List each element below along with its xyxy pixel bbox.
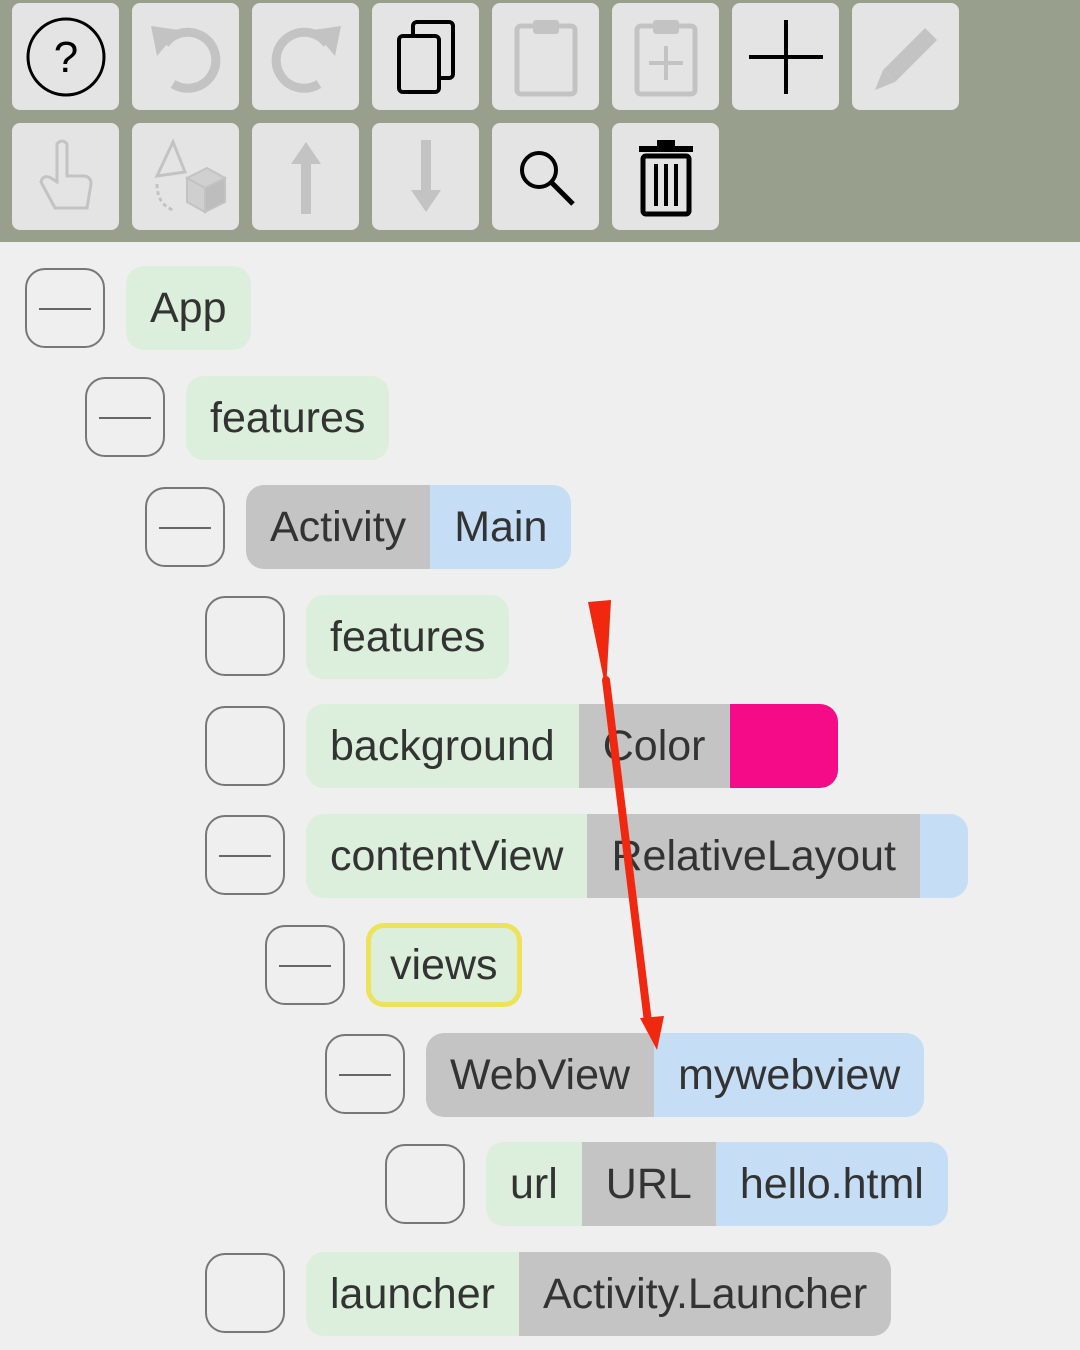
node-activity-features[interactable]: features — [306, 595, 510, 679]
minus-icon — [39, 308, 91, 310]
arrow-down-icon — [410, 139, 441, 212]
transform-object-icon — [153, 137, 227, 214]
copy-button[interactable] — [372, 3, 479, 110]
node-type: RelativeLayout — [587, 814, 920, 898]
collapse-toggle-webview[interactable] — [325, 1034, 405, 1114]
node-views-selected[interactable]: views — [366, 923, 522, 1007]
toolbar: ? — [0, 0, 1080, 242]
undo-button[interactable] — [132, 3, 239, 110]
object-tree: App features Activity Main features back… — [0, 242, 1080, 1350]
paste-add-icon — [634, 19, 697, 96]
node-name: contentView — [306, 814, 588, 898]
node-type: Activity.Launcher — [518, 1252, 892, 1336]
node-value: hello.html — [715, 1142, 948, 1226]
node-webview[interactable]: WebView mywebview — [426, 1033, 925, 1117]
node-name: url — [486, 1142, 582, 1226]
minus-icon — [279, 965, 331, 967]
node-name: launcher — [306, 1252, 519, 1336]
edit-icon — [874, 27, 937, 90]
undo-icon — [150, 25, 220, 93]
node-url[interactable]: url URL hello.html — [486, 1142, 948, 1226]
redo-button[interactable] — [252, 3, 359, 110]
trash-icon — [638, 139, 693, 216]
minus-icon — [99, 417, 151, 419]
minus-icon — [339, 1074, 391, 1076]
add-button[interactable] — [732, 3, 839, 110]
node-activity-main[interactable]: Activity Main — [246, 485, 572, 569]
add-icon — [748, 19, 823, 94]
pointer-button[interactable] — [12, 123, 119, 230]
minus-icon — [159, 527, 211, 529]
paste-add-button[interactable] — [612, 3, 719, 110]
node-app[interactable]: App — [126, 266, 251, 350]
node-value-empty — [919, 814, 968, 898]
delete-button[interactable] — [612, 123, 719, 230]
collapse-toggle-contentview[interactable] — [205, 815, 285, 895]
arrow-up-icon — [290, 141, 321, 214]
node-value: mywebview — [654, 1033, 925, 1117]
node-type: Color — [578, 704, 730, 788]
minus-icon — [219, 855, 271, 857]
edit-button[interactable] — [852, 3, 959, 110]
leaf-toggle-url[interactable] — [385, 1144, 465, 1224]
paste-icon — [514, 19, 577, 96]
node-name: features — [306, 595, 510, 679]
transform-button[interactable] — [132, 123, 239, 230]
pointer-icon — [38, 139, 93, 209]
leaf-toggle-background[interactable] — [205, 706, 285, 786]
node-launcher[interactable]: launcher Activity.Launcher — [306, 1252, 892, 1336]
node-features[interactable]: features — [186, 376, 390, 460]
search-button[interactable] — [492, 123, 599, 230]
redo-icon — [271, 25, 341, 93]
move-up-button[interactable] — [252, 123, 359, 230]
move-down-button[interactable] — [372, 123, 479, 230]
help-icon: ? — [26, 17, 105, 96]
node-value: Main — [430, 485, 572, 569]
leaf-toggle-launcher[interactable] — [205, 1253, 285, 1333]
node-contentview[interactable]: contentView RelativeLayout — [306, 814, 968, 898]
leaf-toggle-activity-features[interactable] — [205, 596, 285, 676]
collapse-toggle-features[interactable] — [85, 377, 165, 457]
svg-text:?: ? — [53, 33, 77, 82]
paste-button[interactable] — [492, 3, 599, 110]
collapse-toggle-views[interactable] — [265, 925, 345, 1005]
node-type: URL — [581, 1142, 716, 1226]
node-type: Activity — [246, 485, 431, 569]
collapse-toggle-activity[interactable] — [145, 487, 225, 567]
node-name: background — [306, 704, 579, 788]
search-icon — [519, 150, 575, 206]
collapse-toggle-app[interactable] — [25, 268, 105, 348]
node-background[interactable]: background Color — [306, 704, 838, 788]
node-type: WebView — [426, 1033, 655, 1117]
node-name: App — [126, 266, 251, 350]
color-swatch[interactable] — [729, 704, 838, 788]
node-name: features — [186, 376, 390, 460]
copy-icon — [396, 19, 455, 94]
help-button[interactable]: ? — [12, 3, 119, 110]
node-name: views — [390, 941, 498, 989]
